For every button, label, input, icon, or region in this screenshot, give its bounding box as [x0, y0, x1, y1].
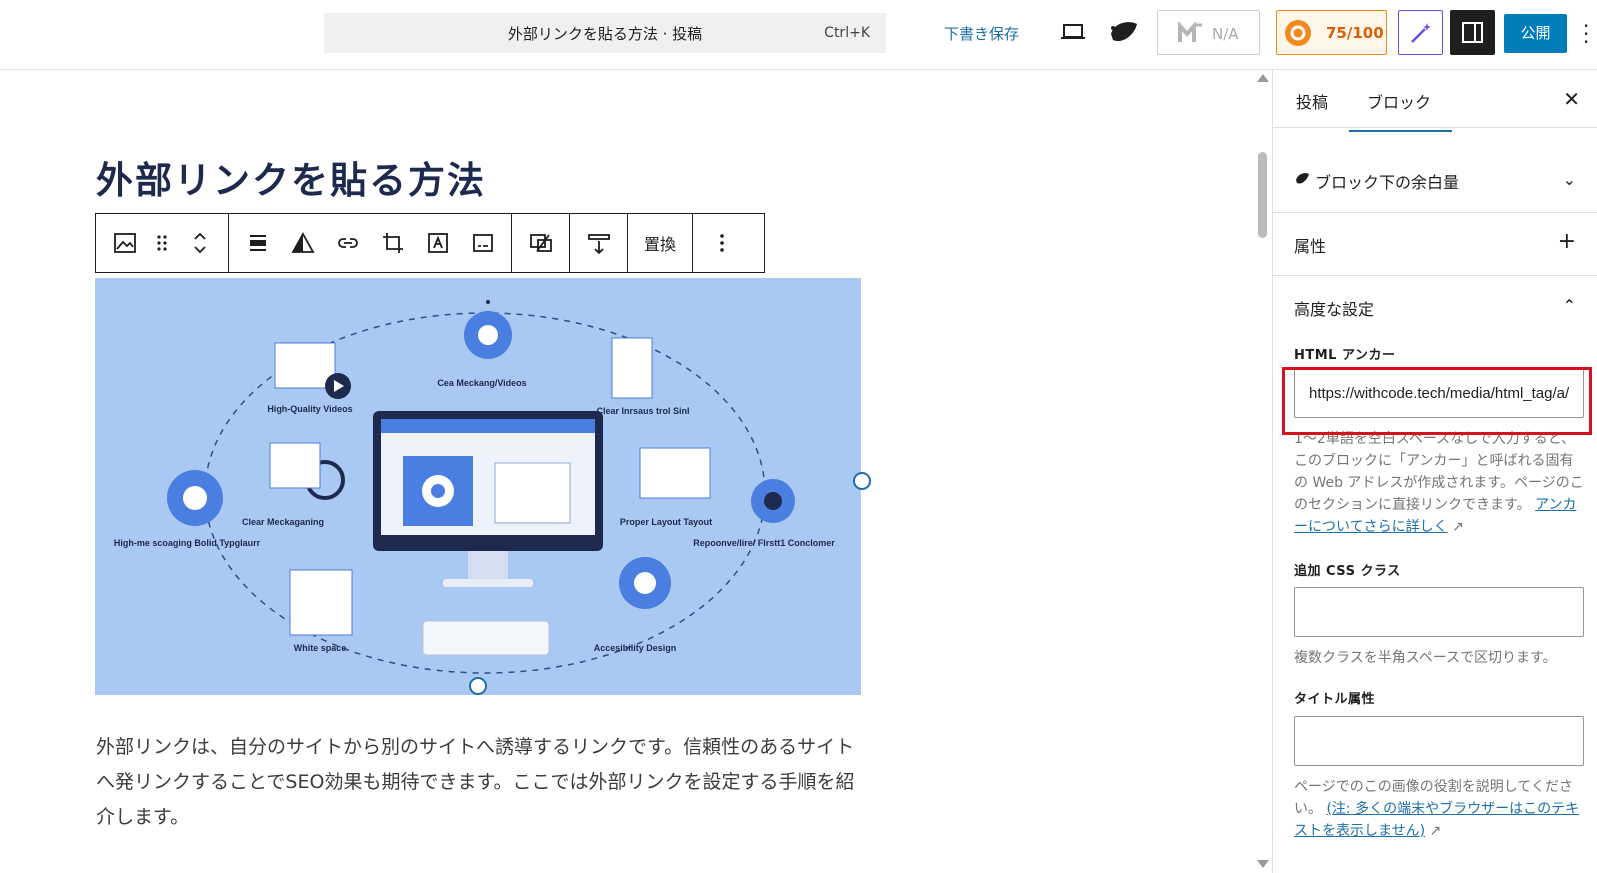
post-title[interactable]: 外部リンクを貼る方法 [96, 150, 486, 204]
magic-wand-icon [1411, 23, 1431, 43]
na-badge-button[interactable]: N/A [1157, 10, 1260, 55]
command-title: 外部リンクを貼る方法 · 投稿 [507, 25, 703, 43]
settings-sidebar-toggle[interactable] [1450, 10, 1495, 55]
command-palette-button[interactable]: 外部リンクを貼る方法 · 投稿 Ctrl+K [324, 13, 886, 53]
highlight-annotation-box [1282, 367, 1592, 435]
title-attribute-label: タイトル属性 [1294, 692, 1376, 707]
label-clear-meckaganing: Clear Meckaganing [242, 517, 324, 527]
publish-button[interactable]: 公開 [1504, 14, 1567, 53]
css-class-input[interactable] [1295, 588, 1583, 636]
label-proper-layout: Proper Layout Tayout [620, 517, 712, 527]
crop-icon[interactable] [370, 214, 415, 272]
duotone-filter-icon[interactable] [280, 214, 325, 272]
anchor-help-text: 1〜2単語を空白スペースなしで入力すると、このブロックに「アンカー」と呼ばれる固… [1294, 428, 1584, 538]
image-block-icon[interactable] [102, 214, 147, 272]
preview-icon[interactable] [1060, 22, 1086, 42]
tab-post[interactable]: 投稿 [1296, 89, 1328, 113]
save-draft-button[interactable]: 下書き保存 [944, 23, 1019, 44]
scroll-up-icon[interactable] [1257, 74, 1269, 82]
score-gear-icon [1285, 20, 1311, 46]
title-attribute-field[interactable] [1294, 716, 1584, 766]
plugin-leaf-icon [1296, 173, 1309, 184]
replace-button[interactable]: 置換 [634, 214, 686, 272]
attributes-heading: 属性 [1294, 237, 1327, 256]
label-high-quality-videos: High-Quality Videos [267, 404, 352, 414]
web-design-illustration: High-Quality Videos Cea Meckang/Videos C… [114, 300, 835, 674]
title-attribute-input[interactable] [1295, 717, 1583, 765]
block-toolbar: 置換 [95, 213, 765, 273]
advanced-heading[interactable]: 高度な設定 [1294, 296, 1374, 320]
chevron-down-icon: ⌄ [1562, 170, 1576, 189]
align-icon[interactable] [235, 214, 280, 272]
sidebar-icon [1462, 22, 1483, 43]
text-overlay-icon[interactable] [415, 214, 460, 272]
more-options-icon[interactable] [699, 214, 745, 272]
label-repoonve: Repoonve/Iire/ Flrstt1 Conclomer [693, 538, 835, 548]
css-class-field[interactable] [1294, 587, 1584, 637]
label-cea-meckang: Cea Meckang/Videos [437, 378, 526, 388]
close-icon[interactable]: ✕ [1563, 87, 1580, 111]
resize-handle-bottom[interactable] [469, 677, 487, 695]
settings-sidebar: 投稿 ブロック ✕ ブロック下の余白量 ⌄ 属性 + 高度な設定 ⌃ HTML … [1272, 70, 1597, 873]
move-up-down-icon[interactable] [177, 214, 222, 272]
scrollbar-thumb[interactable] [1258, 152, 1267, 238]
label-white-space: White space [294, 643, 347, 653]
label-accessibility-design: Accesibility Design [594, 643, 677, 653]
editor-canvas: 外部リンクを貼る方法 置換 High-Quality Videos Cea Me… [0, 70, 1255, 873]
intro-paragraph[interactable]: 外部リンクは、自分のサイトから別のサイトへ誘導するリンクです。信頼性のあるサイト… [96, 730, 856, 835]
tab-block[interactable]: ブロック [1349, 89, 1452, 132]
external-link-icon: ↗ [1447, 519, 1464, 535]
resize-icon[interactable] [576, 214, 621, 272]
label-high-me-scoaging: High-me scoaging Bolid Typglaurr [114, 538, 261, 548]
replace-media-icon[interactable] [518, 214, 563, 272]
sidebar-tabs: 投稿 ブロック ✕ [1273, 70, 1597, 132]
drag-handle-icon[interactable] [147, 214, 177, 272]
command-shortcut: Ctrl+K [824, 25, 870, 41]
title-help-text: ページでのこの画像の役割を説明してください。 (注: 多くの端末やブラウザーはこ… [1294, 776, 1584, 842]
section-spacing[interactable]: ブロック下の余白量 ⌄ [1273, 148, 1597, 213]
caption-icon[interactable] [460, 214, 505, 272]
spacing-heading: ブロック下の余白量 [1315, 173, 1460, 192]
html-anchor-label: HTML アンカー [1294, 348, 1396, 363]
link-icon[interactable] [325, 214, 370, 272]
canvas-scrollbar[interactable] [1256, 70, 1270, 873]
score-value: 75/100 [1326, 24, 1384, 42]
css-class-label: 追加 CSS クラス [1294, 564, 1401, 579]
options-menu-icon[interactable]: · · · [1583, 16, 1589, 52]
section-advanced: 高度な設定 ⌃ HTML アンカー 1〜2単語を空白スペースなしで入力すると、こ… [1273, 276, 1597, 873]
chevron-up-icon[interactable]: ⌃ [1563, 296, 1576, 315]
featured-image[interactable]: High-Quality Videos Cea Meckang/Videos C… [95, 278, 861, 695]
resize-handle-right[interactable] [853, 472, 871, 490]
na-label: N/A [1212, 25, 1239, 43]
seo-score-button[interactable]: 75/100 [1276, 10, 1387, 55]
scroll-down-icon[interactable] [1257, 860, 1269, 868]
plugin-leaf-icon[interactable] [1108, 20, 1140, 46]
label-clear-inrsaus: Clear Inrsaus trol Sinl [596, 406, 689, 416]
css-help-text: 複数クラスを半角スペースで区切ります。 [1294, 650, 1557, 666]
seo-m-icon [1178, 22, 1202, 42]
section-attributes[interactable]: 属性 + [1273, 213, 1597, 276]
editor-header: 外部リンクを貼る方法 · 投稿 Ctrl+K 下書き保存 N/A 75/100 … [0, 0, 1597, 70]
plus-icon: + [1557, 229, 1576, 254]
ai-wand-button[interactable] [1398, 10, 1443, 55]
external-link-icon: ↗ [1425, 823, 1442, 839]
